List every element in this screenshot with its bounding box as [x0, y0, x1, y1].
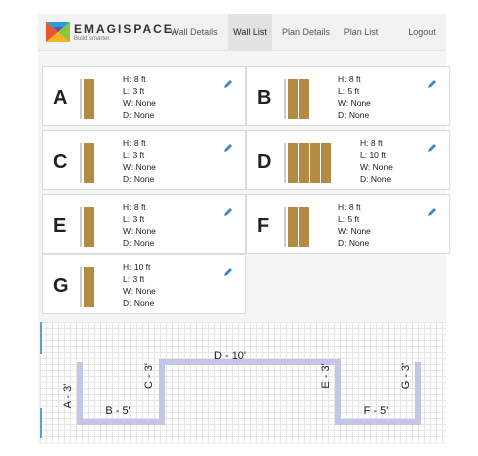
pencil-icon[interactable] — [223, 207, 233, 217]
wall-thumbnail — [80, 207, 94, 247]
wall-panel — [84, 79, 94, 119]
wall-windows: W: None — [123, 98, 156, 108]
wall-windows: W: None — [123, 286, 156, 296]
wall-thumbnail — [80, 267, 94, 307]
wall-panel — [321, 143, 331, 183]
app-frame: EMAGISPACE. Build smarter. Wall Details … — [38, 14, 450, 444]
wall-height: H: 10 ft — [123, 262, 151, 272]
pencil-icon[interactable] — [427, 143, 437, 153]
emagispace-logo — [46, 22, 70, 42]
wall-length: L: 5 ft — [338, 214, 360, 224]
wall-letter: B — [257, 87, 272, 109]
wall-letter: G — [53, 275, 69, 297]
wall-label-f: F - 5' — [364, 405, 389, 417]
wall-height: H: 8 ft — [338, 202, 361, 212]
wall-doors: D: None — [338, 110, 370, 120]
wall-doors: D: None — [360, 174, 392, 184]
plan-accent-bar — [40, 322, 42, 354]
wall-letter: E — [53, 215, 67, 237]
wall-panel — [299, 207, 309, 247]
wall-card-b[interactable]: B H: 8 ft L: 5 ft W: None D: None — [246, 66, 450, 126]
wall-dimensions: H: 8 ft L: 3 ft W: None D: None — [123, 73, 156, 121]
wall-panel — [288, 207, 298, 247]
wall-card-f[interactable]: F H: 8 ft L: 5 ft W: None D: None — [246, 194, 450, 254]
wall-card-d[interactable]: D H: 8 ft L: 10 ft W: None D: None — [246, 130, 450, 190]
wall-letter: A — [53, 87, 68, 109]
wall-windows: W: None — [123, 226, 156, 236]
wall-card-e[interactable]: E H: 8 ft L: 3 ft W: None D: None — [42, 194, 246, 254]
floor-plan-drawing: A - 3' B - 5' C - 3' D - 10' E - 3' F - … — [62, 350, 421, 425]
wall-panel — [299, 79, 309, 119]
wall-height: H: 8 ft — [360, 138, 383, 148]
wall-doors: D: None — [123, 238, 155, 248]
nav-logout[interactable]: Logout — [398, 14, 446, 50]
wall-height: H: 8 ft — [123, 74, 146, 84]
wall-card-a[interactable]: A H: 8 ft L: 3 ft W: None D: None — [42, 66, 246, 126]
wall-windows: W: None — [123, 162, 156, 172]
wall-dimensions: H: 8 ft L: 10 ft W: None D: None — [360, 137, 393, 185]
wall-panel — [84, 207, 94, 247]
wall-length: L: 3 ft — [123, 274, 145, 284]
wall-panel — [288, 143, 298, 183]
wall-label-b: B - 5' — [105, 405, 130, 417]
wall-label-d: D - 10' — [214, 350, 246, 362]
floor-plan: A - 3' B - 5' C - 3' D - 10' E - 3' F - … — [40, 322, 446, 442]
wall-label-a: A - 3' — [62, 384, 74, 409]
nav-wall-details[interactable]: Wall Details — [166, 14, 222, 50]
nav-plan-list[interactable]: Plan List — [340, 14, 382, 50]
wall-height: H: 8 ft — [123, 138, 146, 148]
brand-tagline: Build smarter. — [74, 36, 111, 42]
wall-panel — [310, 143, 320, 183]
wall-doors: D: None — [338, 238, 370, 248]
wall-doors: D: None — [123, 110, 155, 120]
wall-height: H: 8 ft — [123, 202, 146, 212]
wall-panel — [84, 143, 94, 183]
wall-thumbnail — [284, 79, 309, 119]
pencil-icon[interactable] — [223, 143, 233, 153]
wall-card-g[interactable]: G H: 10 ft L: 3 ft W: None D: None — [42, 254, 246, 314]
nav-plan-details[interactable]: Plan Details — [278, 14, 334, 50]
wall-card-c[interactable]: C H: 8 ft L: 3 ft W: None D: None — [42, 130, 246, 190]
wall-dimensions: H: 8 ft L: 5 ft W: None D: None — [338, 73, 371, 121]
wall-letter: C — [53, 151, 68, 173]
wall-length: L: 3 ft — [123, 150, 145, 160]
wall-thumbnail — [284, 207, 309, 247]
wall-panel — [84, 267, 94, 307]
wall-label-c: C - 3' — [143, 363, 155, 389]
wall-dimensions: H: 8 ft L: 3 ft W: None D: None — [123, 201, 156, 249]
wall-height: H: 8 ft — [338, 74, 361, 84]
wall-thumbnail — [284, 143, 331, 183]
wall-dimensions: H: 10 ft L: 3 ft W: None D: None — [123, 261, 156, 309]
wall-thumbnail — [80, 143, 94, 183]
wall-letter: D — [257, 151, 272, 173]
wall-panel — [288, 79, 298, 119]
wall-dimensions: H: 8 ft L: 5 ft W: None D: None — [338, 201, 371, 249]
wall-windows: W: None — [338, 98, 371, 108]
wall-length: L: 3 ft — [123, 214, 145, 224]
pencil-icon[interactable] — [427, 79, 437, 89]
brand-name: EMAGISPACE. — [74, 22, 180, 36]
wall-thumbnail — [80, 79, 94, 119]
wall-label-e: E - 3' — [320, 363, 332, 388]
wall-windows: W: None — [338, 226, 371, 236]
wall-label-g: G - 3' — [400, 363, 412, 390]
plan-accent-bar — [40, 408, 42, 438]
wall-doors: D: None — [123, 174, 155, 184]
top-navbar: EMAGISPACE. Build smarter. Wall Details … — [38, 14, 446, 51]
pencil-icon[interactable] — [223, 267, 233, 277]
wall-length: L: 10 ft — [360, 150, 386, 160]
pencil-icon[interactable] — [223, 79, 233, 89]
wall-letter: F — [257, 215, 270, 237]
wall-length: L: 5 ft — [338, 86, 360, 96]
wall-doors: D: None — [123, 298, 155, 308]
wall-length: L: 3 ft — [123, 86, 145, 96]
nav-wall-list[interactable]: Wall List — [228, 14, 272, 50]
wall-windows: W: None — [360, 162, 393, 172]
wall-dimensions: H: 8 ft L: 3 ft W: None D: None — [123, 137, 156, 185]
wall-panel — [299, 143, 309, 183]
pencil-icon[interactable] — [427, 207, 437, 217]
